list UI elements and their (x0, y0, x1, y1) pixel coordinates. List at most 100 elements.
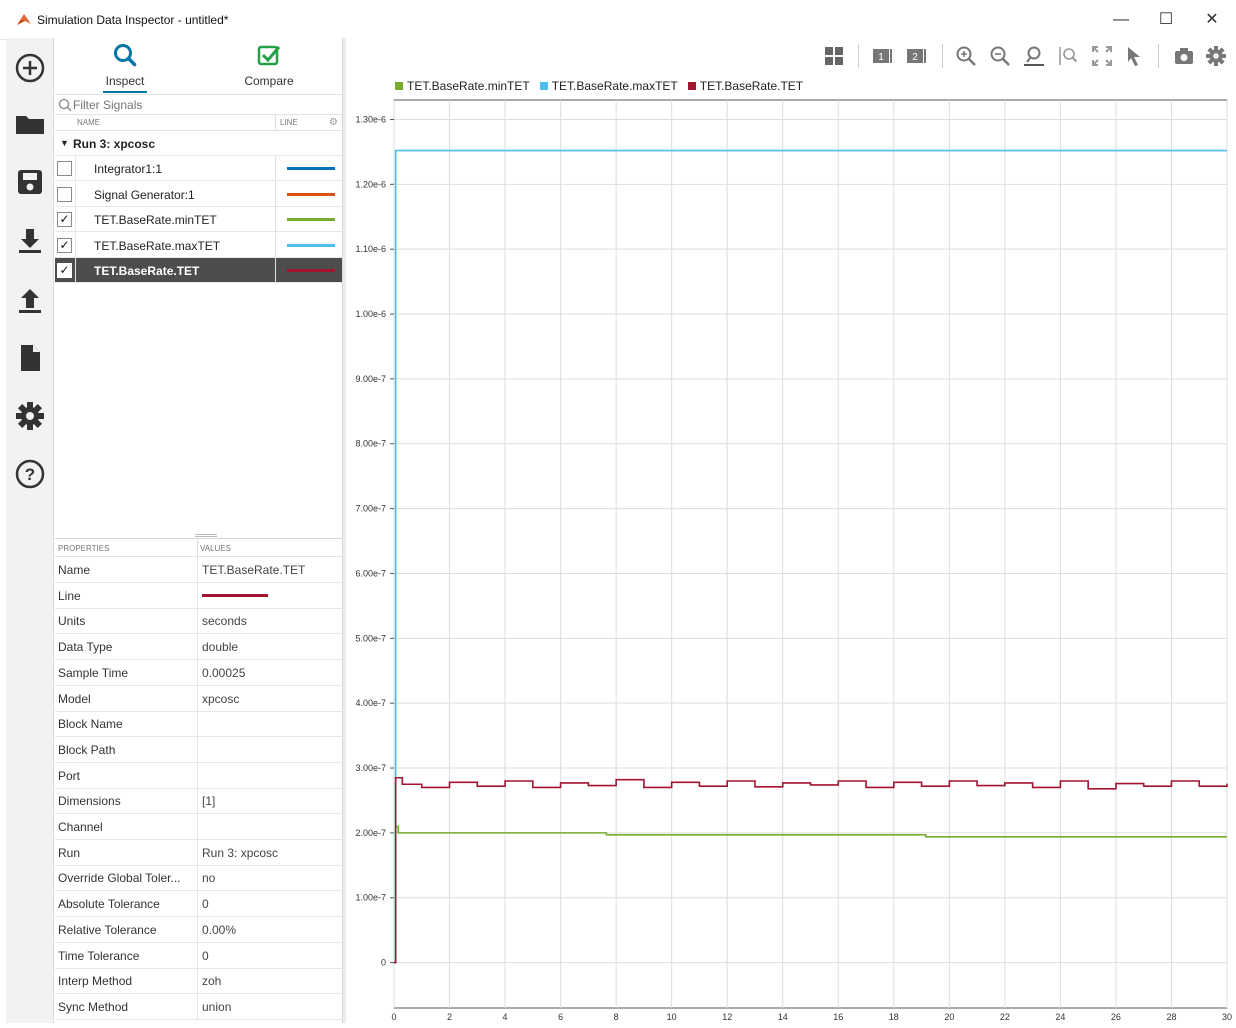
zoom-out-button[interactable] (988, 44, 1012, 68)
inspect-label: Inspect (105, 74, 145, 88)
zoom-y-button[interactable] (1056, 44, 1080, 68)
row-divider (275, 207, 276, 233)
legend-item[interactable]: TET.BaseRate.maxTET (539, 78, 678, 94)
subplot-2-button[interactable]: 2 (904, 44, 928, 68)
property-row[interactable]: Units seconds (55, 608, 342, 635)
property-row[interactable]: Relative Tolerance 0.00% (55, 916, 342, 943)
property-row[interactable]: Absolute Tolerance 0 (55, 891, 342, 918)
property-key: Interp Method (58, 974, 133, 989)
column-divider (197, 942, 198, 969)
panel-splitter-handle[interactable] (195, 534, 217, 537)
run-label: Run 3: xpcosc (73, 137, 156, 151)
property-row[interactable]: Sync Method union (55, 993, 342, 1020)
property-row[interactable]: Dimensions [1] (55, 788, 342, 815)
legend-item[interactable]: TET.BaseRate.TET (687, 78, 803, 94)
signal-row[interactable]: Signal Generator:1 (55, 181, 342, 207)
property-value: 0 (202, 897, 209, 912)
maximize-button[interactable]: ☐ (1143, 6, 1189, 34)
column-divider (197, 659, 198, 686)
import-button[interactable] (6, 214, 54, 266)
property-row[interactable]: Channel (55, 814, 342, 840)
column-divider (197, 788, 198, 815)
plot-settings-button[interactable] (1204, 44, 1228, 68)
column-divider (197, 582, 198, 609)
property-row[interactable]: Interp Method zoh (55, 968, 342, 995)
column-divider (197, 608, 198, 635)
signal-row[interactable]: ✓ TET.BaseRate.maxTET (55, 232, 342, 258)
signal-checkbox[interactable] (57, 186, 72, 202)
minimize-button[interactable]: — (1098, 6, 1144, 34)
y-tick-label: 3.00e-7 (355, 763, 386, 773)
column-settings-icon[interactable]: ⚙ (329, 117, 338, 128)
plot-area[interactable]: 0 2 4 6 8 10 12 14 16 18 20 22 24 26 28 30 0 1.00e-7 2.00e… (346, 96, 1236, 1023)
snapshot-button[interactable] (1172, 44, 1196, 68)
signal-line-swatch[interactable] (287, 192, 335, 196)
inspect-tab[interactable]: Inspect (75, 42, 175, 93)
signal-line-swatch[interactable] (287, 167, 335, 170)
property-row[interactable]: Port (55, 762, 342, 789)
export-button[interactable] (6, 274, 54, 326)
layout-grid-icon (825, 47, 843, 65)
collapse-caret-icon[interactable]: ▼ (60, 138, 69, 148)
preferences-button[interactable] (6, 390, 54, 442)
open-button[interactable] (6, 98, 54, 150)
property-row[interactable]: Override Global Toler... no (55, 865, 342, 892)
signal-line-swatch[interactable] (287, 243, 335, 247)
signal-row[interactable]: ✓ TET.BaseRate.minTET (55, 207, 342, 233)
signal-checkbox[interactable]: ✓ (57, 212, 72, 228)
report-button[interactable] (6, 332, 54, 384)
property-row[interactable]: Run Run 3: xpcosc (55, 839, 342, 866)
signal-name: Integrator1:1 (94, 162, 163, 176)
signal-row[interactable]: Integrator1:1 (55, 156, 342, 181)
property-row[interactable]: Sample Time 0.00025 (55, 659, 342, 686)
time-plot[interactable]: 0 2 4 6 8 10 12 14 16 18 20 22 24 26 28 3001.00e-72.00e… (346, 96, 1236, 1023)
column-divider (197, 711, 198, 738)
signal-checkbox[interactable]: ✓ (57, 237, 72, 253)
property-key: Time Tolerance (58, 948, 140, 963)
x-tick-label: 18 (889, 1012, 899, 1022)
property-key: Units (58, 614, 86, 629)
property-row[interactable]: Block Path (55, 736, 342, 763)
row-divider (75, 232, 76, 258)
fit-to-view-button[interactable] (1090, 44, 1114, 68)
y-tick-label: 0 (381, 958, 386, 968)
compare-tab[interactable]: Compare (219, 42, 319, 88)
property-row[interactable]: Data Type double (55, 634, 342, 661)
property-row[interactable]: Block Name (55, 711, 342, 738)
close-button[interactable]: ✕ (1189, 6, 1235, 34)
signal-line-swatch[interactable] (287, 269, 335, 273)
property-key: Name (58, 563, 91, 577)
cursor-button[interactable] (1122, 44, 1146, 68)
line-color-swatch[interactable] (202, 593, 268, 597)
line-column-header[interactable]: LINE (280, 118, 298, 127)
subplot-1-button[interactable]: 1 (870, 44, 894, 68)
x-tick-label: 14 (778, 1012, 788, 1022)
signal-line-swatch[interactable] (287, 218, 335, 222)
filter-signals-input[interactable] (73, 96, 333, 113)
x-tick-label: 8 (614, 1012, 619, 1022)
property-row[interactable]: Name TET.BaseRate.TET (55, 557, 342, 583)
zoom-time-button[interactable] (1022, 44, 1046, 68)
legend-swatch (395, 82, 403, 90)
snapshot-icon (1175, 48, 1193, 64)
help-button[interactable]: ? (6, 448, 54, 500)
zoom-in-button[interactable] (954, 44, 978, 68)
row-divider (275, 232, 276, 258)
property-row[interactable]: Model xpcosc (55, 685, 342, 712)
subplot-1-icon: 1 (873, 49, 892, 63)
property-value: double (202, 640, 239, 655)
layout-button[interactable] (822, 44, 846, 68)
property-value: Run 3: xpcosc (202, 845, 279, 860)
name-column-header[interactable]: NAME (77, 118, 100, 127)
property-row[interactable]: Time Tolerance 0 (55, 942, 342, 969)
new-session-button[interactable] (6, 42, 54, 94)
save-button[interactable] (6, 156, 54, 208)
signal-checkbox[interactable]: ✓ (57, 263, 72, 279)
signal-row[interactable]: ✓ TET.BaseRate.TET (55, 258, 342, 284)
column-divider (197, 993, 198, 1020)
run-row[interactable]: ▼ Run 3: xpcosc (55, 131, 342, 156)
property-row[interactable]: Line (55, 582, 342, 609)
signal-checkbox[interactable] (57, 161, 72, 176)
legend-item[interactable]: TET.BaseRate.minTET (395, 78, 530, 94)
property-key: Relative Tolerance (58, 922, 157, 937)
